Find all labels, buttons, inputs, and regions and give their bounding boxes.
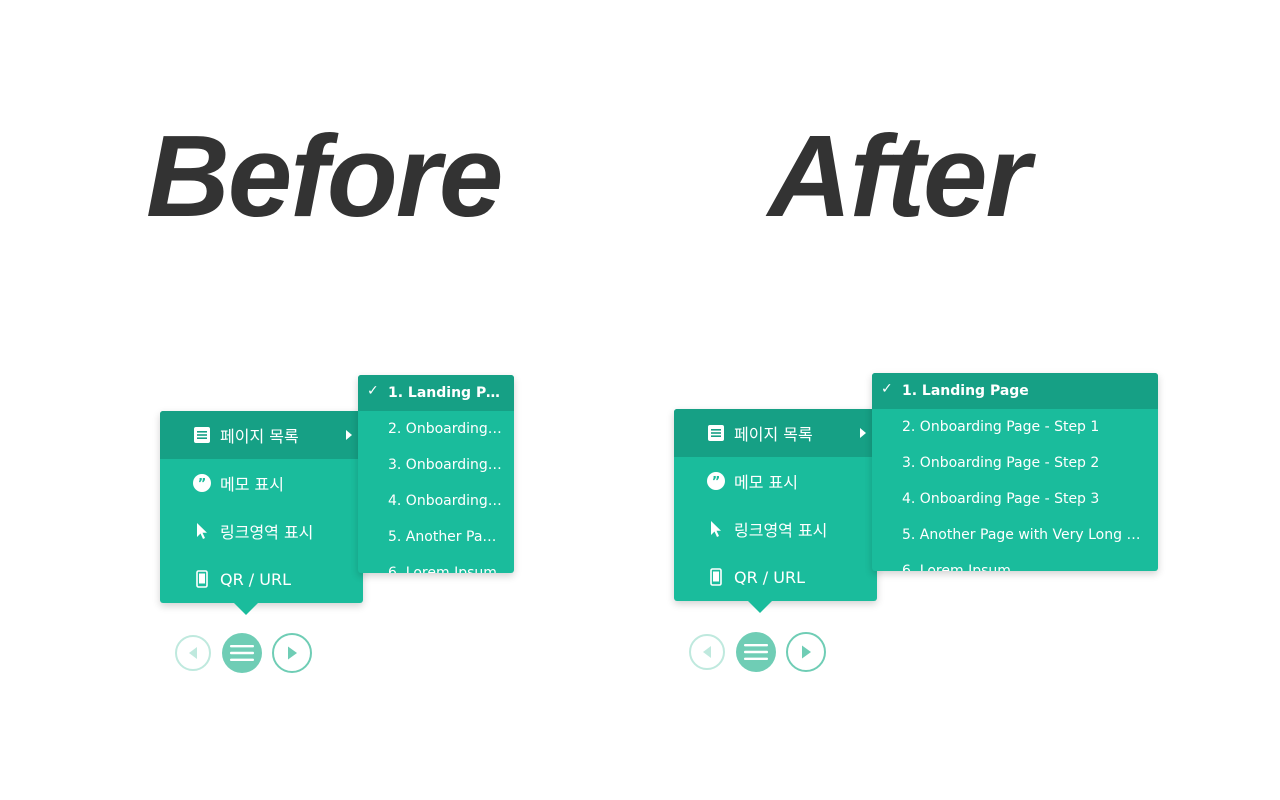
menu-item-label: 페이지 목록 xyxy=(220,427,299,446)
phone-icon xyxy=(193,570,211,588)
menu-item-label: 페이지 목록 xyxy=(734,425,813,444)
page-item[interactable]: 5. Another Pag... xyxy=(358,519,514,555)
page-item[interactable]: 4. Onboarding Page - Step 3 xyxy=(872,481,1158,517)
menu-item-qr-url[interactable]: QR / URL xyxy=(160,555,363,603)
menu-item-label: QR / URL xyxy=(734,567,806,587)
page-item[interactable]: 3. Onboarding ... xyxy=(358,447,514,483)
phone-icon xyxy=(707,568,725,586)
check-icon: ✓ xyxy=(881,381,893,397)
page-item-label: 1. Landing Page xyxy=(902,383,1029,399)
menu-button[interactable] xyxy=(222,633,262,673)
page-item[interactable]: 6. Lorem Ipsum xyxy=(358,555,514,573)
menu-item-memo[interactable]: ” 메모 표시 xyxy=(674,457,877,505)
pointer-icon xyxy=(193,522,211,540)
page-item[interactable]: 4. Onboarding ... xyxy=(358,483,514,519)
page-item[interactable]: ✓ 1. Landing Page xyxy=(872,373,1158,409)
comparison-stage: Before After 페이지 목록 ” 메모 표시 링크영역 표시 QR /… xyxy=(0,0,1280,800)
menu-item-label: 메모 표시 xyxy=(734,473,798,492)
page-item-label: 3. Onboarding Page - Step 2 xyxy=(902,455,1100,471)
page-item[interactable]: 3. Onboarding Page - Step 2 xyxy=(872,445,1158,481)
next-icon xyxy=(288,646,297,660)
pointer-icon xyxy=(707,520,725,538)
check-icon: ✓ xyxy=(367,383,379,399)
page-item-label: 5. Another Pag... xyxy=(388,529,504,545)
next-icon xyxy=(802,645,811,659)
previous-button[interactable] xyxy=(175,635,211,671)
page-item-label: 2. Onboarding ... xyxy=(388,421,504,437)
page-item[interactable]: 5. Another Page with Very Long Name xyxy=(872,517,1158,553)
menu-item-link-area[interactable]: 링크영역 표시 xyxy=(160,507,363,555)
before-player-controls xyxy=(175,633,325,673)
page-item[interactable]: 2. Onboarding ... xyxy=(358,411,514,447)
menu-caret xyxy=(748,601,772,613)
before-main-menu: 페이지 목록 ” 메모 표시 링크영역 표시 QR / URL xyxy=(160,411,363,615)
after-main-menu: 페이지 목록 ” 메모 표시 링크영역 표시 QR / URL xyxy=(674,409,877,613)
after-headline: After xyxy=(768,111,1031,241)
page-item[interactable]: 6. Lorem Ipsum xyxy=(872,553,1158,571)
menu-item-label: 링크영역 표시 xyxy=(220,523,314,542)
previous-icon xyxy=(189,647,197,659)
hamburger-icon xyxy=(230,645,254,661)
after-player-controls xyxy=(689,632,839,672)
page-item[interactable]: ✓ 1. Landing Page xyxy=(358,375,514,411)
menu-item-label: QR / URL xyxy=(220,569,292,589)
page-item-label: 4. Onboarding Page - Step 3 xyxy=(902,491,1100,507)
previous-button[interactable] xyxy=(689,634,725,670)
svg-text:”: ” xyxy=(712,475,721,490)
next-button[interactable] xyxy=(272,633,312,673)
page-item-label: 4. Onboarding ... xyxy=(388,493,504,509)
menu-item-page-list[interactable]: 페이지 목록 xyxy=(160,411,363,459)
page-item-label: 5. Another Page with Very Long Name xyxy=(902,527,1148,543)
menu-item-link-area[interactable]: 링크영역 표시 xyxy=(674,505,877,553)
page-item-label: 6. Lorem Ipsum xyxy=(902,563,1011,571)
menu-item-memo[interactable]: ” 메모 표시 xyxy=(160,459,363,507)
menu-item-label: 메모 표시 xyxy=(220,475,284,494)
menu-item-page-list[interactable]: 페이지 목록 xyxy=(674,409,877,457)
chevron-right-icon xyxy=(346,430,352,440)
before-headline: Before xyxy=(146,111,503,241)
previous-icon xyxy=(703,646,711,658)
hamburger-icon xyxy=(744,644,768,660)
menu-caret xyxy=(234,603,258,615)
page-list-icon xyxy=(193,426,211,444)
page-item-label: 2. Onboarding Page - Step 1 xyxy=(902,419,1100,435)
svg-text:”: ” xyxy=(198,477,207,492)
chevron-right-icon xyxy=(860,428,866,438)
page-item-label: 3. Onboarding ... xyxy=(388,457,504,473)
after-page-submenu: ✓ 1. Landing Page 2. Onboarding Page - S… xyxy=(872,373,1158,571)
page-item-label: 1. Landing Page xyxy=(388,385,504,401)
memo-icon: ” xyxy=(707,472,725,490)
before-page-submenu: ✓ 1. Landing Page 2. Onboarding ... 3. O… xyxy=(358,375,514,573)
menu-item-qr-url[interactable]: QR / URL xyxy=(674,553,877,601)
page-list-icon xyxy=(707,424,725,442)
page-item[interactable]: 2. Onboarding Page - Step 1 xyxy=(872,409,1158,445)
memo-icon: ” xyxy=(193,474,211,492)
next-button[interactable] xyxy=(786,632,826,672)
menu-item-label: 링크영역 표시 xyxy=(734,521,828,540)
page-item-label: 6. Lorem Ipsum xyxy=(388,565,497,573)
menu-button[interactable] xyxy=(736,632,776,672)
